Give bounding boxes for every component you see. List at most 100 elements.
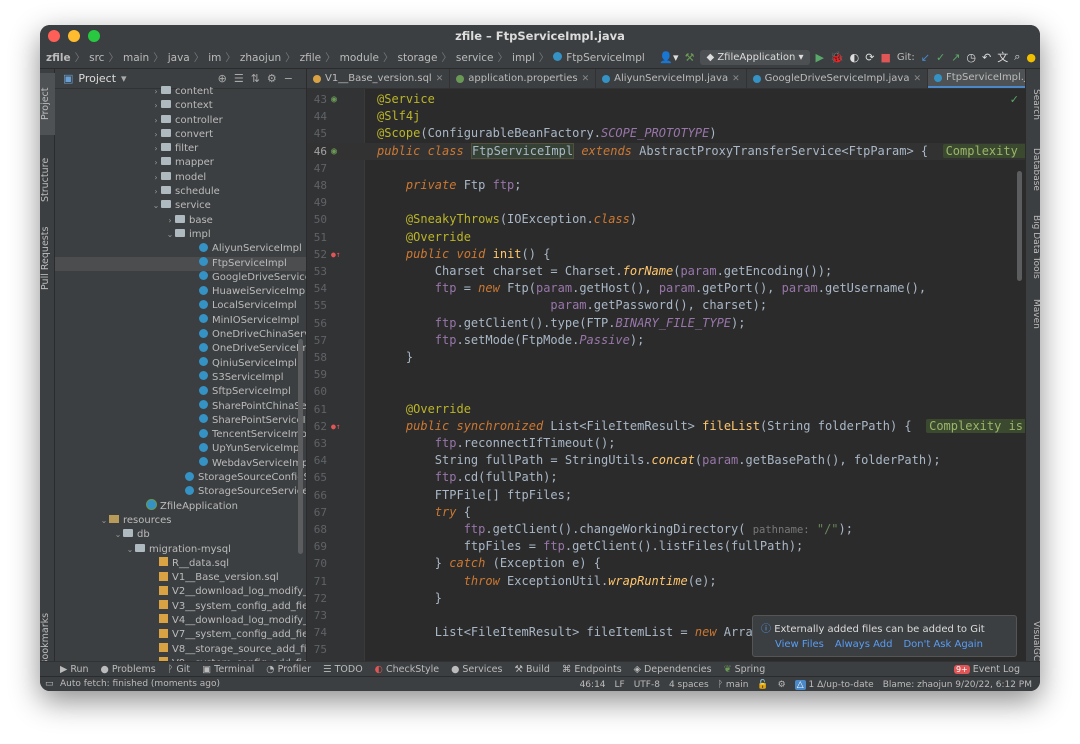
code-line[interactable]: 57 ftp.setMode(FtpMode.Passive); <box>307 332 1025 349</box>
close-tab-icon[interactable]: ✕ <box>436 74 444 84</box>
tree-item[interactable]: › convert <box>55 128 306 142</box>
line-number[interactable]: 46 <box>307 143 327 160</box>
override-icon[interactable]: ●↑ <box>331 246 341 263</box>
tree-item[interactable]: SharePointServiceImpl <box>55 414 306 428</box>
inspection-ok-icon[interactable]: ✓ <box>1010 93 1019 106</box>
tree-item[interactable]: TencentServiceImpl <box>55 428 306 442</box>
search-icon[interactable]: ⌕ <box>1014 50 1020 64</box>
run-icon[interactable]: ▶ <box>816 51 824 64</box>
code-line[interactable]: 72 } <box>307 590 1025 607</box>
close-tab-icon[interactable]: ✕ <box>913 74 921 84</box>
chevron-icon[interactable]: › <box>165 214 175 228</box>
project-scrollbar[interactable] <box>298 339 303 554</box>
chevron-icon[interactable]: ⌄ <box>165 228 175 242</box>
file-encoding[interactable]: UTF-8 <box>634 680 660 690</box>
tree-item[interactable]: › model <box>55 171 306 185</box>
line-number[interactable]: 54 <box>307 280 327 297</box>
line-number[interactable]: 63 <box>307 435 327 452</box>
tree-item[interactable]: ⌄ db <box>55 528 306 542</box>
tool-run[interactable]: ▶ Run <box>60 664 89 675</box>
breadcrumb-item[interactable]: main <box>123 52 149 64</box>
always-add-link[interactable]: Always Add <box>835 639 893 650</box>
indent-setting[interactable]: 4 spaces <box>669 680 709 690</box>
breadcrumb-item[interactable]: service <box>456 52 494 64</box>
code-line[interactable]: 48 private Ftp ftp; <box>307 177 1025 194</box>
tree-item[interactable]: › filter <box>55 142 306 156</box>
line-separator[interactable]: LF <box>615 680 625 690</box>
tool-checkstyle[interactable]: ◐ CheckStyle <box>375 664 439 675</box>
code-line[interactable]: 68 ftp.getClient().changeWorkingDirector… <box>307 521 1025 538</box>
line-number[interactable]: 55 <box>307 297 327 314</box>
line-number[interactable]: 48 <box>307 177 327 194</box>
lock-icon[interactable]: 🔓 <box>757 680 768 690</box>
tree-item[interactable]: V7__system_config_add_field_ <box>55 628 306 642</box>
tree-item[interactable]: StorageSourceConfigService <box>55 471 306 485</box>
code-line[interactable]: 54 ftp = new Ftp(param.getHost(), param.… <box>307 280 1025 297</box>
chevron-icon[interactable]: › <box>151 128 161 142</box>
tree-item[interactable]: MinIOServiceImpl <box>55 314 306 328</box>
git-push-icon[interactable]: ↗ <box>951 51 960 64</box>
user-icon[interactable]: 👤▾ <box>659 51 678 64</box>
tree-item[interactable]: ZfileApplication <box>55 500 306 514</box>
tree-item[interactable]: WebdavServiceImpl <box>55 457 306 471</box>
code-line[interactable]: 44 @Slf4j <box>307 108 1025 125</box>
tree-item[interactable]: › mapper <box>55 156 306 170</box>
line-number[interactable]: 68 <box>307 521 327 538</box>
close-window-button[interactable] <box>48 30 60 42</box>
code-line[interactable]: 43 ◉ @Service <box>307 91 1025 108</box>
line-number[interactable]: 44 <box>307 108 327 125</box>
plugin-icon[interactable]: ● <box>1026 51 1036 64</box>
git-blame[interactable]: Blame: zhaojun 9/20/22, 6:12 PM <box>883 680 1032 690</box>
git-branch[interactable]: ᚹ main <box>718 680 749 690</box>
tree-item[interactable]: SftpServiceImpl <box>55 385 306 399</box>
tool-services[interactable]: ● Services <box>451 664 502 675</box>
breadcrumb-item[interactable]: src <box>89 52 104 64</box>
code-line[interactable]: 46 ◉ public class FtpServiceImpl extends A… <box>307 142 1025 160</box>
breadcrumb-item[interactable]: zfile <box>300 52 322 64</box>
vcs-sync[interactable]: △ 1 Δ/up-to-date <box>794 679 874 690</box>
chevron-icon[interactable]: › <box>151 171 161 185</box>
line-number[interactable]: 64 <box>307 452 327 469</box>
code-line[interactable]: 64 String fullPath = StringUtils.concat(… <box>307 452 1025 469</box>
tree-item[interactable]: QiniuServiceImpl <box>55 357 306 371</box>
tool-endpoints[interactable]: ⌘ Endpoints <box>562 664 622 675</box>
code-line[interactable]: 47 <box>307 160 1025 177</box>
line-number[interactable]: 65 <box>307 469 327 486</box>
editor-scrollbar[interactable] <box>1017 171 1022 281</box>
breadcrumb-item[interactable]: FtpServiceImpl <box>566 52 645 64</box>
chevron-icon[interactable]: ⌄ <box>113 528 123 542</box>
chevron-icon[interactable]: ⌄ <box>125 543 135 557</box>
project-panel-tools[interactable]: ⊕☰⇅⚙− <box>218 72 300 85</box>
dont-ask-again-link[interactable]: Don't Ask Again <box>903 639 982 650</box>
chevron-icon[interactable]: › <box>151 85 161 99</box>
breadcrumb-item[interactable]: storage <box>398 52 438 64</box>
project-tool-tab[interactable]: Project <box>40 73 55 135</box>
line-number[interactable]: 61 <box>307 401 327 418</box>
tree-item[interactable]: V8__storage_source_add_field_ <box>55 643 306 657</box>
spring-bean-icon[interactable]: ◉ <box>331 143 337 160</box>
code-line[interactable]: 59 <box>307 366 1025 383</box>
code-editor[interactable]: 43 ◉ @Service 44 @Slf4j 45 @Scope(Configurable… <box>307 89 1025 672</box>
code-line[interactable]: 66 FTPFile[] ftpFiles; <box>307 487 1025 504</box>
view-files-link[interactable]: View Files <box>775 639 824 650</box>
gear-icon[interactable]: ⚙ <box>778 680 786 690</box>
run-config-select[interactable]: ◆ ZfileApplication ▾ <box>700 49 810 65</box>
minimize-window-button[interactable] <box>68 30 80 42</box>
line-number[interactable]: 59 <box>307 366 327 383</box>
tool-git[interactable]: ᚹ Git <box>168 664 190 675</box>
tool-dependencies[interactable]: ◈ Dependencies <box>634 664 712 675</box>
tree-item[interactable]: V4__download_log_modify_ip_fi <box>55 614 306 628</box>
tree-item[interactable]: LocalServiceImpl <box>55 299 306 313</box>
tree-item[interactable]: OneDriveChinaServiceImpl <box>55 328 306 342</box>
line-number[interactable]: 60 <box>307 383 327 400</box>
debug-icon[interactable]: 🐞 <box>830 51 844 64</box>
big-data-tools-tab[interactable]: Big Data Tools <box>1026 209 1040 284</box>
line-number[interactable]: 58 <box>307 349 327 366</box>
structure-tool-tab[interactable]: Structure <box>40 149 55 211</box>
git-commit-icon[interactable]: ✓ <box>936 51 945 64</box>
search-tool-tab[interactable]: Search <box>1026 79 1040 129</box>
tree-item[interactable]: ⌄ migration-mysql <box>55 543 306 557</box>
code-line[interactable]: 65 ftp.cd(fullPath); <box>307 469 1025 486</box>
tree-item[interactable]: V2__download_log_modify_storage <box>55 585 306 599</box>
tool-todo[interactable]: ☰ TODO <box>323 664 363 675</box>
